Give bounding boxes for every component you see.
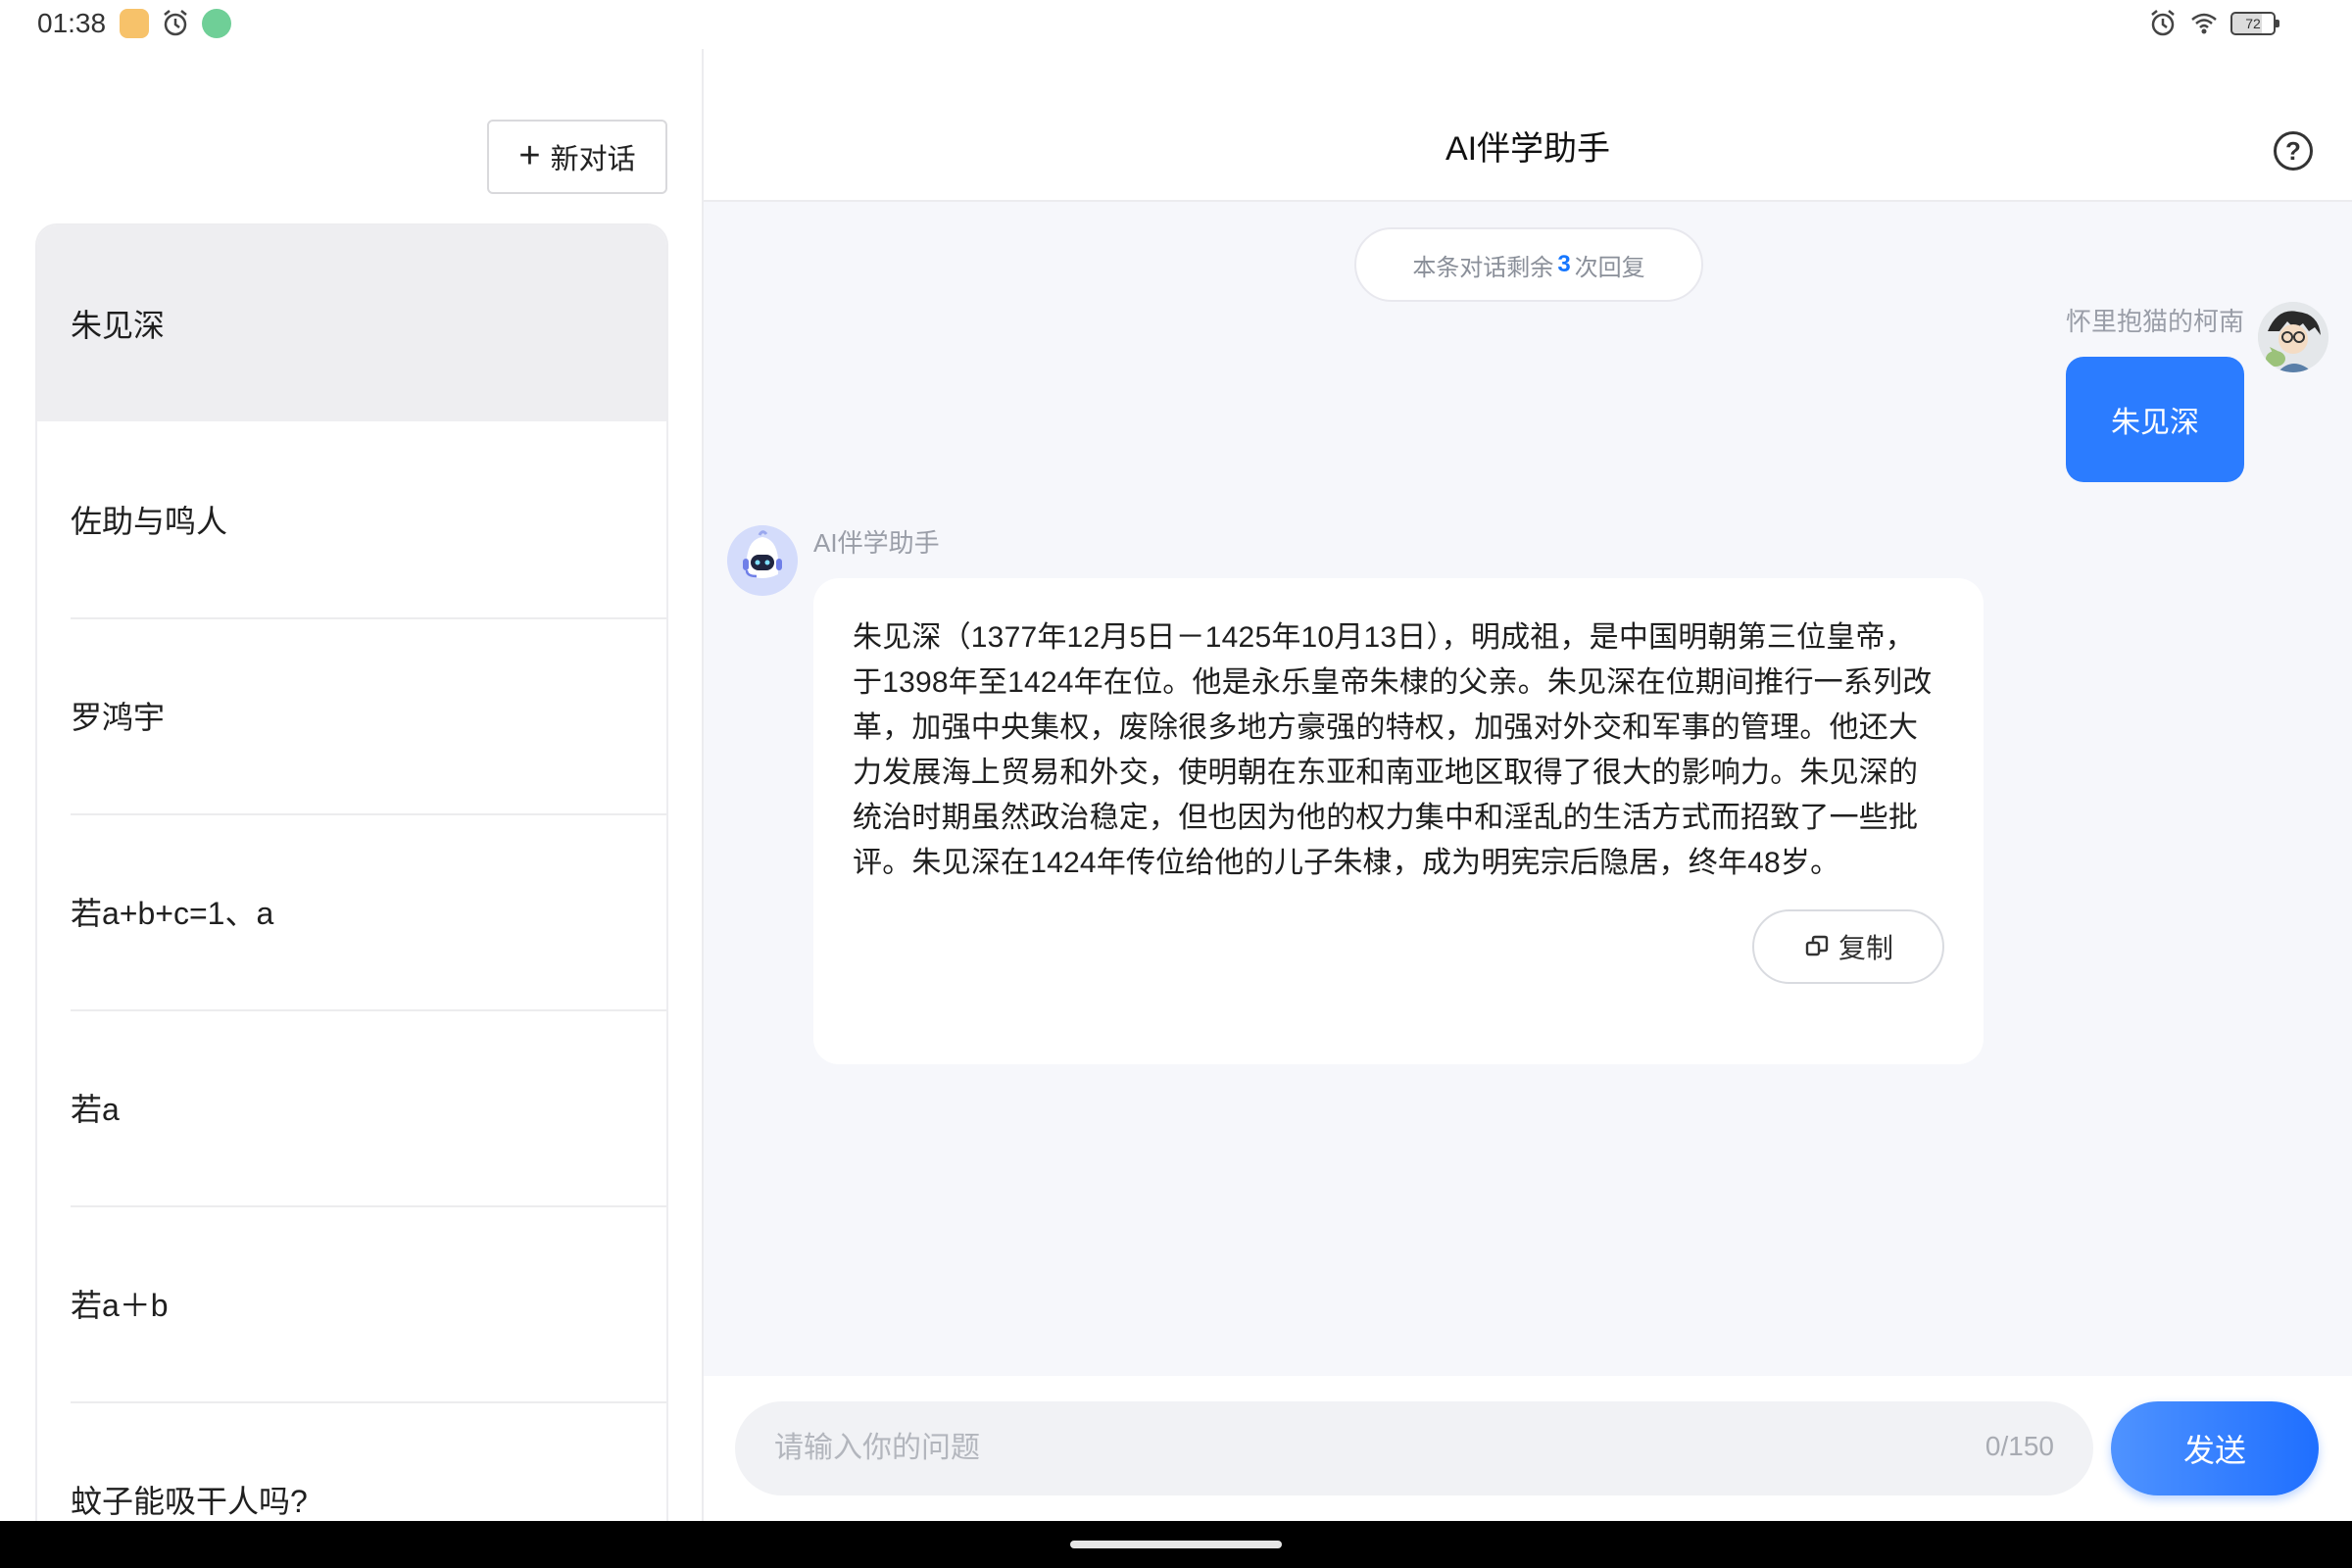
- history-item-label: 蚊子能吸干人吗?: [71, 1484, 308, 1519]
- history-item-label: 罗鸿宇: [71, 700, 166, 735]
- battery-icon: 72: [2230, 12, 2279, 35]
- system-navigation-bar: [0, 1521, 2352, 1568]
- send-button[interactable]: 发送: [2111, 1401, 2319, 1495]
- history-item-label: 朱见深: [71, 308, 166, 343]
- remaining-replies-badge: 本条对话剩余 3 次回复: [1354, 227, 1703, 302]
- history-item-label: 若a+b+c=1、a: [71, 896, 274, 931]
- remaining-prefix: 本条对话剩余: [1412, 254, 1554, 281]
- plus-icon: +: [518, 134, 541, 176]
- user-name: 怀里抱猫的柯南: [2065, 307, 2244, 336]
- remaining-count: 3: [1557, 251, 1571, 277]
- copy-label: 复制: [1838, 933, 1893, 963]
- home-indicator[interactable]: [1070, 1541, 1282, 1548]
- history-item[interactable]: 罗鸿宇: [37, 617, 666, 813]
- assistant-message-text: 朱见深（1377年12月5日－1425年10月13日），明成祖，是中国明朝第三位…: [853, 621, 1933, 879]
- user-avatar[interactable]: [2258, 302, 2328, 372]
- composer-bar: 0/150 发送: [704, 1376, 2352, 1521]
- user-avatar-image: [2258, 302, 2328, 372]
- assistant-message-bubble: 朱见深（1377年12月5日－1425年10月13日），明成祖，是中国明朝第三位…: [813, 578, 1984, 1064]
- robot-icon: [727, 525, 798, 596]
- char-counter: 0/150: [1984, 1431, 2054, 1461]
- user-message-bubble: 朱见深: [2066, 357, 2244, 482]
- remaining-suffix: 次回复: [1574, 254, 1645, 281]
- app-notification-icon: [202, 9, 231, 38]
- app-notification-icon: [120, 9, 149, 38]
- conversation-history-list: 朱见深 佐助与鸣人 罗鸿宇 若a+b+c=1、a 若a 若a＋b 蚊子能吸干人吗…: [35, 223, 668, 1521]
- history-item-label: 若a＋b: [71, 1288, 169, 1323]
- assistant-avatar: [727, 525, 798, 596]
- history-item[interactable]: 若a＋b: [37, 1205, 666, 1401]
- page-title: AI伴学助手: [1445, 130, 1611, 168]
- copy-button[interactable]: 复制: [1752, 909, 1944, 984]
- assistant-name: AI伴学助手: [813, 528, 940, 558]
- history-item-label: 若a: [71, 1092, 120, 1127]
- history-item-label: 佐助与鸣人: [71, 504, 228, 539]
- status-time: 01:38: [37, 8, 107, 38]
- message-input-container: 0/150: [735, 1401, 2093, 1495]
- wifi-icon: [2191, 13, 2217, 34]
- alarm-icon: [2151, 10, 2175, 36]
- history-item[interactable]: 朱见深: [37, 225, 666, 421]
- history-item[interactable]: 佐助与鸣人: [37, 421, 666, 617]
- conversation-sidebar: + 新对话 朱见深 佐助与鸣人 罗鸿宇 若a+b+c=1、a 若a 若a＋b 蚊…: [0, 49, 704, 1521]
- chat-header: AI伴学助手 ?: [704, 49, 2352, 202]
- history-item[interactable]: 若a+b+c=1、a: [37, 813, 666, 1009]
- status-left-icons: [120, 9, 231, 38]
- status-right-icons: 72: [2148, 9, 2279, 38]
- alarm-icon: [164, 10, 187, 36]
- history-item[interactable]: 蚊子能吸干人吗?: [37, 1401, 666, 1521]
- new-chat-label: 新对话: [550, 144, 636, 175]
- history-item[interactable]: 若a: [37, 1009, 666, 1205]
- message-input[interactable]: [774, 1401, 1931, 1495]
- new-chat-button[interactable]: + 新对话: [487, 120, 667, 194]
- chat-panel: AI伴学助手 ? 本条对话剩余 3 次回复 怀里抱猫的柯南 朱见深 AI伴学助手…: [704, 49, 2352, 1521]
- help-circle-icon[interactable]: ?: [2274, 131, 2313, 171]
- status-bar: 01:38 72: [0, 0, 2352, 49]
- copy-icon: [1805, 935, 1829, 956]
